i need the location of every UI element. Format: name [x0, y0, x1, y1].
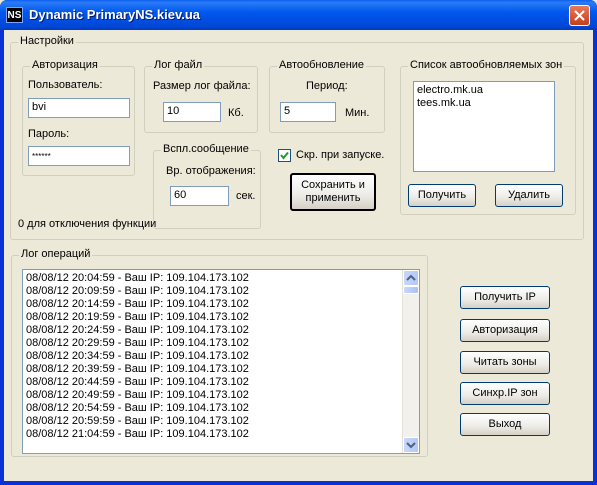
sync-ip-zones-label: Синхр.IP зон	[472, 387, 538, 399]
autoupdate-legend: Автообновление	[277, 59, 367, 71]
title-bar[interactable]: NS Dynamic PrimaryNS.kiev.ua	[0, 0, 597, 30]
logfile-unit-label: Кб.	[228, 107, 244, 119]
sync-ip-zones-button[interactable]: Синхр.IP зон	[460, 382, 550, 405]
logfile-size-field[interactable]: 10	[163, 102, 221, 122]
log-line: 08/08/12 20:54:59 - Ваш IP: 109.104.173.…	[26, 402, 249, 414]
log-line: 08/08/12 20:39:59 - Ваш IP: 109.104.173.…	[26, 363, 249, 375]
zero-disables-note: 0 для отключения функции	[18, 218, 157, 230]
delete-zone-button[interactable]: Удалить	[495, 184, 563, 207]
authorize-label: Авторизация	[472, 324, 538, 336]
settings-group: Настройки Авторизация Пользователь: bvi …	[10, 35, 584, 240]
main-window: NS Dynamic PrimaryNS.kiev.ua Настройки А…	[0, 0, 597, 485]
exit-button[interactable]: Выход	[460, 413, 550, 436]
log-line: 08/08/12 20:14:59 - Ваш IP: 109.104.173.…	[26, 298, 249, 310]
log-list[interactable]: 08/08/12 20:04:59 - Ваш IP: 109.104.173.…	[22, 269, 420, 454]
password-field[interactable]: ******	[28, 146, 130, 166]
user-label: Пользователь:	[28, 79, 103, 91]
popup-unit-label: сек.	[236, 190, 256, 202]
zone-item[interactable]: tees.mk.ua	[414, 97, 554, 110]
scroll-up-button[interactable]	[403, 270, 419, 286]
save-apply-button[interactable]: Сохранить и применить	[290, 173, 376, 211]
popup-legend: Вспл.сообщение	[161, 143, 251, 155]
scroll-thumb[interactable]	[403, 286, 419, 294]
zone-item[interactable]: electro.mk.ua	[414, 84, 554, 97]
arrow-up-icon	[406, 274, 416, 281]
period-field[interactable]: 5	[280, 102, 336, 122]
log-line: 08/08/12 20:34:59 - Ваш IP: 109.104.173.…	[26, 350, 249, 362]
log-group: Лог операций 08/08/12 20:04:59 - Ваш IP:…	[11, 248, 428, 457]
hide-on-start-label: Скр. при запуске.	[296, 149, 385, 161]
logfile-size-label: Размер лог файла:	[153, 80, 251, 92]
client-area: Настройки Авторизация Пользователь: bvi …	[4, 30, 593, 481]
app-icon: NS	[6, 7, 23, 23]
authorize-button[interactable]: Авторизация	[460, 319, 550, 342]
auth-legend: Авторизация	[30, 59, 100, 71]
logfile-legend: Лог файл	[152, 59, 205, 71]
log-line: 08/08/12 20:09:59 - Ваш IP: 109.104.173.…	[26, 285, 249, 297]
log-scrollbar[interactable]	[402, 270, 419, 453]
log-line: 08/08/12 20:19:59 - Ваш IP: 109.104.173.…	[26, 311, 249, 323]
get-ip-button[interactable]: Получить IP	[460, 286, 550, 309]
delete-zone-label: Удалить	[508, 189, 550, 201]
save-apply-line2: применить	[305, 192, 361, 204]
user-field[interactable]: bvi	[28, 98, 130, 118]
log-line: 08/08/12 20:29:59 - Ваш IP: 109.104.173.…	[26, 337, 249, 349]
logfile-group: Лог файл Размер лог файла: 10 Кб.	[144, 59, 258, 133]
close-button[interactable]	[569, 5, 590, 26]
zones-legend: Список автообновляемых зон	[408, 59, 565, 71]
close-icon	[574, 10, 585, 21]
log-legend: Лог операций	[19, 248, 93, 260]
get-zones-label: Получить	[417, 189, 467, 201]
settings-legend: Настройки	[18, 35, 76, 47]
popup-time-label: Вр. отображения:	[166, 165, 256, 177]
get-ip-label: Получить IP	[474, 291, 536, 303]
log-line: 08/08/12 20:24:59 - Ваш IP: 109.104.173.…	[26, 324, 249, 336]
save-apply-line1: Сохранить и	[301, 179, 365, 191]
hide-on-start-checkbox[interactable]	[278, 149, 291, 162]
auth-group: Авторизация Пользователь: bvi Пароль: **…	[22, 59, 135, 176]
arrow-down-icon	[406, 442, 416, 449]
check-icon	[280, 151, 289, 160]
read-zones-button[interactable]: Читать зоны	[460, 351, 550, 374]
zones-list[interactable]: electro.mk.ua tees.mk.ua	[413, 81, 555, 172]
window-title: Dynamic PrimaryNS.kiev.ua	[29, 7, 201, 22]
period-unit-label: Мин.	[345, 107, 370, 119]
exit-label: Выход	[488, 418, 522, 430]
log-line: 08/08/12 20:49:59 - Ваш IP: 109.104.173.…	[26, 389, 249, 401]
log-line: 08/08/12 20:44:59 - Ваш IP: 109.104.173.…	[26, 376, 249, 388]
autoupdate-group: Автообновление Период: 5 Мин.	[269, 59, 385, 133]
get-zones-button[interactable]: Получить	[408, 184, 476, 207]
read-zones-label: Читать зоны	[473, 356, 537, 368]
password-label: Пароль:	[28, 128, 70, 140]
log-line: 08/08/12 21:04:59 - Ваш IP: 109.104.173.…	[26, 428, 249, 440]
zones-group: Список автообновляемых зон electro.mk.ua…	[400, 59, 576, 215]
log-line: 08/08/12 20:59:59 - Ваш IP: 109.104.173.…	[26, 415, 249, 427]
log-line: 08/08/12 20:04:59 - Ваш IP: 109.104.173.…	[26, 272, 249, 284]
popup-time-field[interactable]: 60	[170, 186, 229, 206]
popup-group: Вспл.сообщение Вр. отображения: 60 сек.	[153, 143, 261, 229]
period-label: Период:	[306, 80, 348, 92]
scroll-down-button[interactable]	[403, 437, 419, 453]
